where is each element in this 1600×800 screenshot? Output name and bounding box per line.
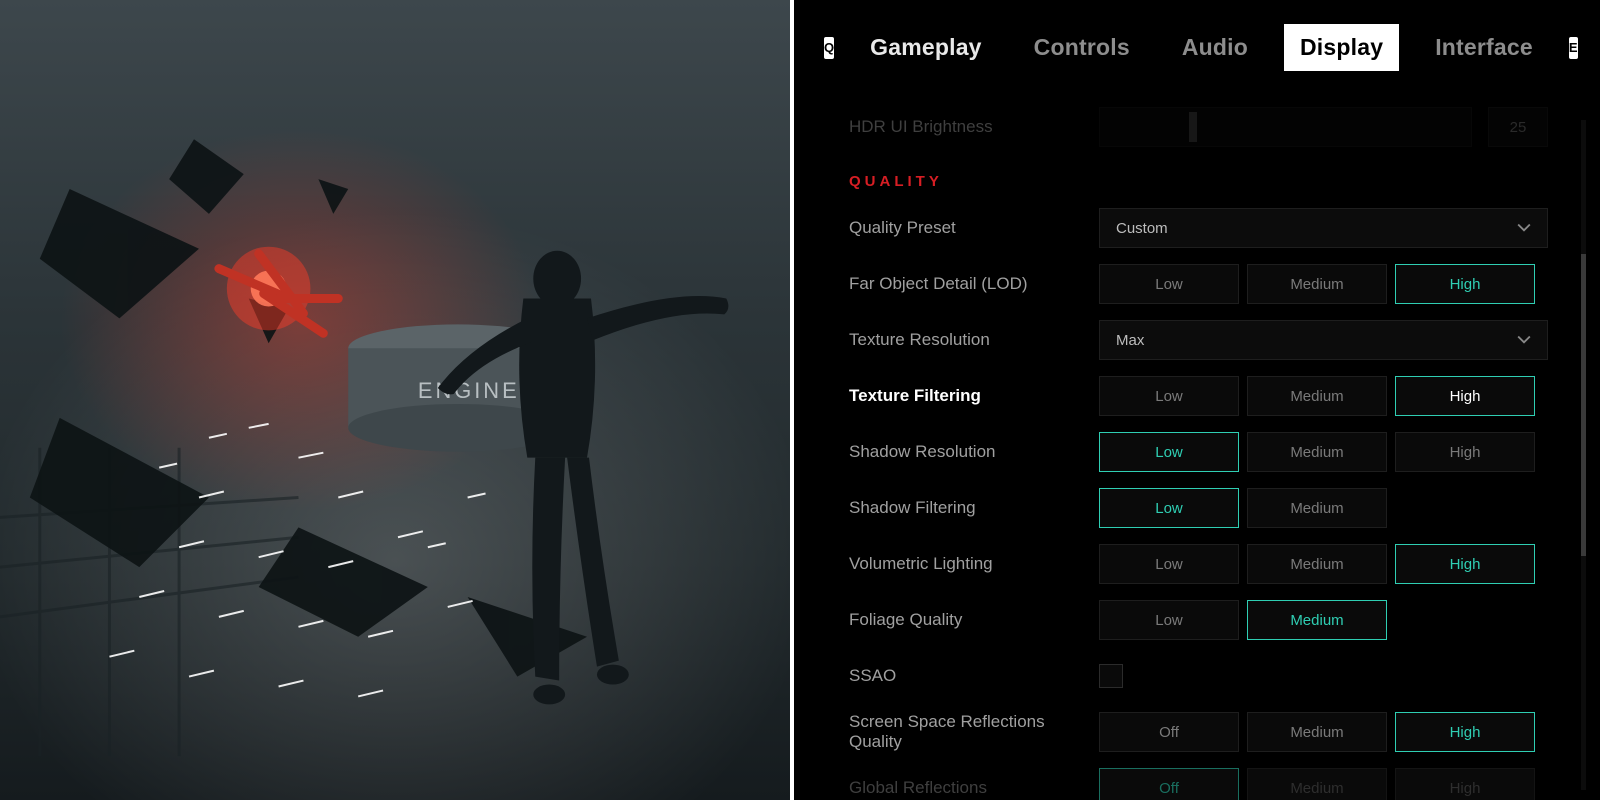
scrollbar-thumb[interactable] [1581, 254, 1586, 556]
slider-value-hdr: 25 [1488, 107, 1548, 147]
option-global-refl-high[interactable]: High [1395, 768, 1535, 800]
row-shadow-filtering: Shadow Filtering Low Medium [849, 480, 1548, 536]
tab-display[interactable]: Display [1284, 24, 1399, 71]
label-hdr-ui-brightness: HDR UI Brightness [849, 117, 1099, 137]
label-ssr-quality: Screen Space Reflections Quality [849, 712, 1099, 753]
option-shadow-filt-low[interactable]: Low [1099, 488, 1239, 528]
row-foliage-quality: Foliage Quality Low Medium [849, 592, 1548, 648]
dropdown-quality-preset[interactable]: Custom [1099, 208, 1548, 248]
row-texture-filtering: Texture Filtering Low Medium High [849, 368, 1548, 424]
label-quality-preset: Quality Preset [849, 218, 1099, 238]
option-far-lod-low[interactable]: Low [1099, 264, 1239, 304]
label-texture-resolution: Texture Resolution [849, 330, 1099, 350]
chevron-down-icon [1517, 221, 1531, 235]
option-shadow-res-low[interactable]: Low [1099, 432, 1239, 472]
dropdown-value: Max [1116, 332, 1144, 349]
next-tab-key-hint[interactable]: E [1569, 37, 1578, 59]
label-shadow-resolution: Shadow Resolution [849, 442, 1099, 462]
option-shadow-filt-medium[interactable]: Medium [1247, 488, 1387, 528]
label-volumetric-lighting: Volumetric Lighting [849, 554, 1099, 574]
option-shadow-res-medium[interactable]: Medium [1247, 432, 1387, 472]
settings-list: HDR UI Brightness 25 QUALITY Quality Pre… [794, 89, 1596, 800]
label-texture-filtering: Texture Filtering [849, 386, 1099, 406]
prev-tab-key-hint[interactable]: Q [824, 37, 834, 59]
option-global-refl-off[interactable]: Off [1099, 768, 1239, 800]
option-tex-filt-medium[interactable]: Medium [1247, 376, 1387, 416]
row-volumetric-lighting: Volumetric Lighting Low Medium High [849, 536, 1548, 592]
row-texture-resolution: Texture Resolution Max [849, 312, 1548, 368]
option-volumetric-medium[interactable]: Medium [1247, 544, 1387, 584]
option-tex-filt-low[interactable]: Low [1099, 376, 1239, 416]
label-shadow-filtering: Shadow Filtering [849, 498, 1099, 518]
option-foliage-low[interactable]: Low [1099, 600, 1239, 640]
option-ssr-high[interactable]: High [1395, 712, 1535, 752]
screenshot-illustration: ENGINE [0, 0, 790, 796]
row-hdr-ui-brightness: HDR UI Brightness 25 [849, 99, 1548, 155]
game-screenshot: ENGINE [0, 0, 794, 800]
label-ssao: SSAO [849, 666, 1099, 686]
tank-label: ENGINE [418, 378, 520, 403]
tab-gameplay[interactable]: Gameplay [854, 24, 998, 71]
label-foliage-quality: Foliage Quality [849, 610, 1099, 630]
option-far-lod-high[interactable]: High [1395, 264, 1535, 304]
dropdown-texture-resolution[interactable]: Max [1099, 320, 1548, 360]
row-global-reflections: Global Reflections Off Medium High [849, 760, 1548, 800]
row-ssr-quality: Screen Space Reflections Quality Off Med… [849, 704, 1548, 760]
settings-scrollbar[interactable] [1581, 120, 1586, 790]
settings-panel: Q Gameplay Controls Audio Display Interf… [794, 0, 1596, 800]
chevron-down-icon [1517, 333, 1531, 347]
dropdown-value: Custom [1116, 220, 1168, 237]
checkbox-ssao[interactable] [1099, 664, 1123, 688]
option-volumetric-low[interactable]: Low [1099, 544, 1239, 584]
option-foliage-medium[interactable]: Medium [1247, 600, 1387, 640]
option-ssr-off[interactable]: Off [1099, 712, 1239, 752]
option-far-lod-medium[interactable]: Medium [1247, 264, 1387, 304]
tabs-bar: Q Gameplay Controls Audio Display Interf… [794, 10, 1596, 89]
slider-hdr-ui-brightness[interactable] [1099, 107, 1472, 147]
tab-audio[interactable]: Audio [1166, 24, 1264, 71]
tab-interface[interactable]: Interface [1419, 24, 1549, 71]
option-ssr-medium[interactable]: Medium [1247, 712, 1387, 752]
label-far-object-detail: Far Object Detail (LOD) [849, 274, 1099, 294]
row-quality-preset: Quality Preset Custom [849, 200, 1548, 256]
row-far-object-detail: Far Object Detail (LOD) Low Medium High [849, 256, 1548, 312]
row-shadow-resolution: Shadow Resolution Low Medium High [849, 424, 1548, 480]
option-shadow-res-high[interactable]: High [1395, 432, 1535, 472]
section-quality-header: QUALITY [849, 155, 1548, 200]
option-volumetric-high[interactable]: High [1395, 544, 1535, 584]
label-global-reflections: Global Reflections [849, 778, 1099, 798]
tab-controls[interactable]: Controls [1018, 24, 1146, 71]
option-tex-filt-high[interactable]: High [1395, 376, 1535, 416]
option-global-refl-medium[interactable]: Medium [1247, 768, 1387, 800]
slider-handle[interactable] [1189, 112, 1197, 142]
row-ssao: SSAO [849, 648, 1548, 704]
